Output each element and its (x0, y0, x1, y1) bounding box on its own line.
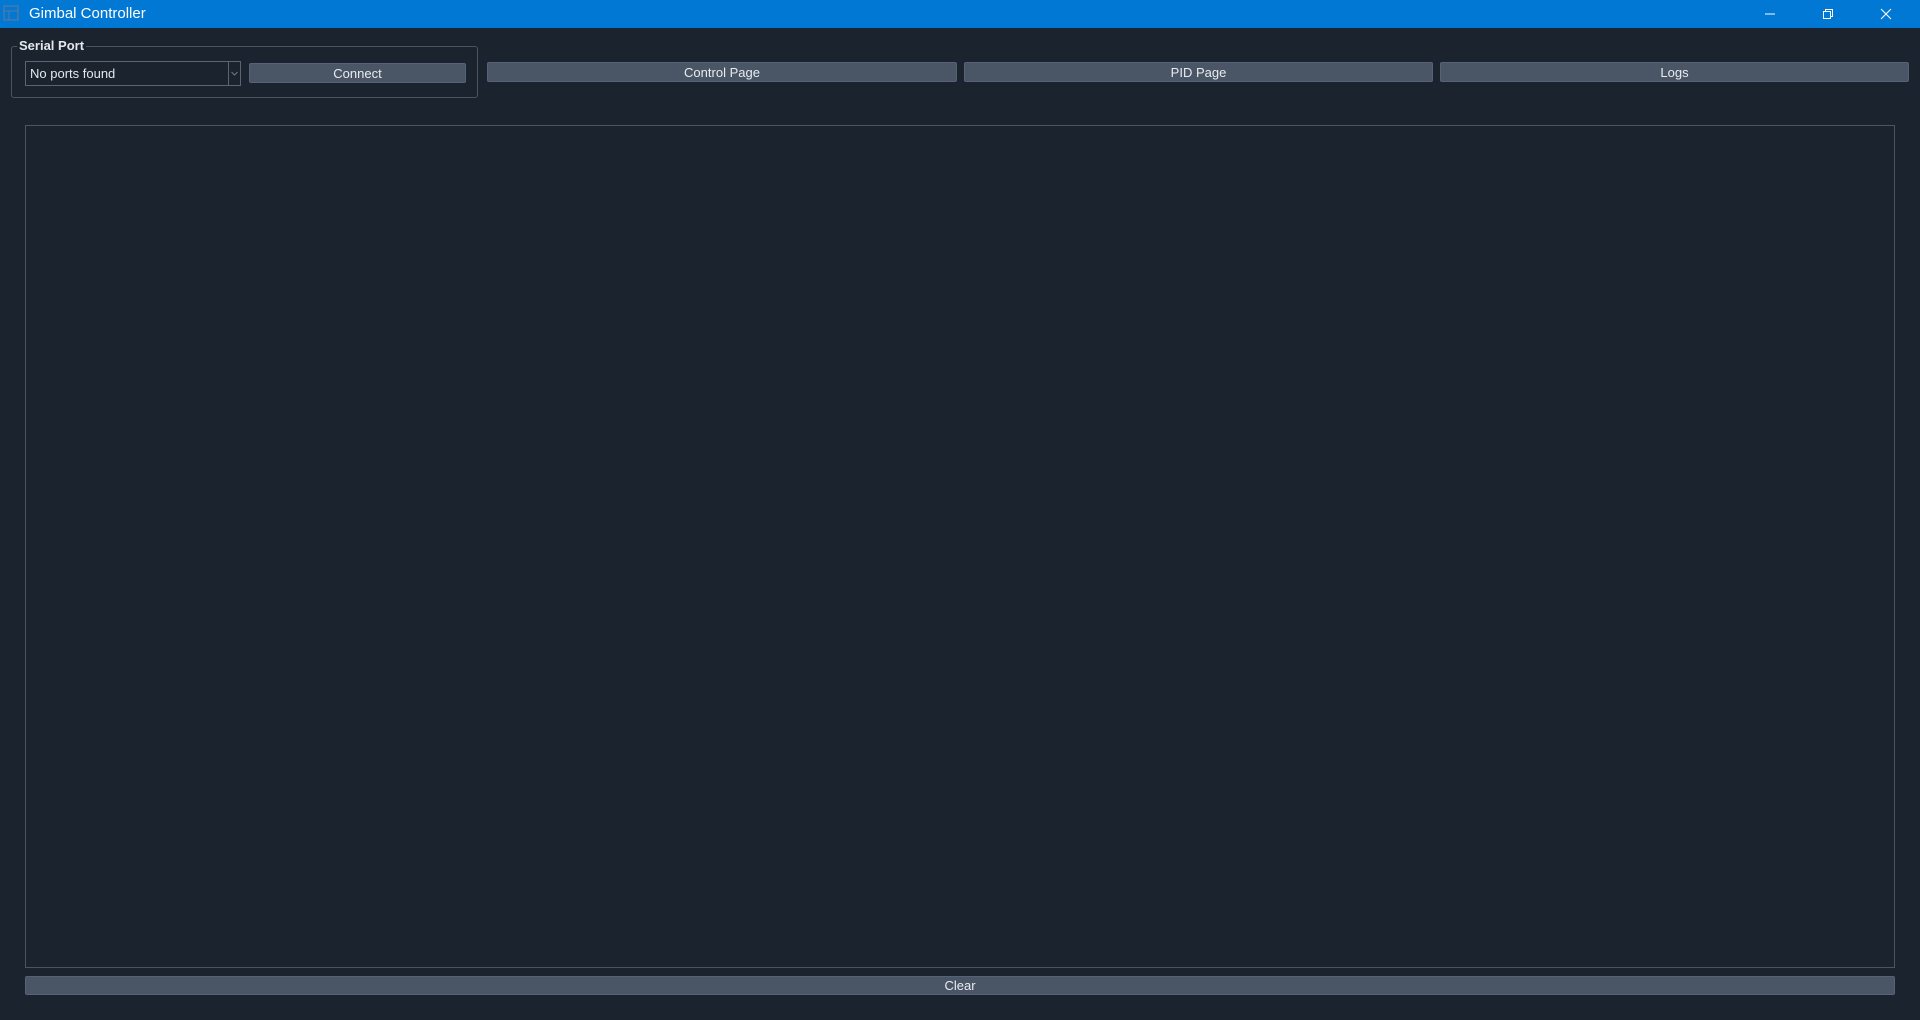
serial-port-group-title: Serial Port (17, 38, 87, 54)
log-output-textarea[interactable] (25, 125, 1895, 968)
minimize-icon (1765, 13, 1775, 15)
logs-button[interactable]: Logs (1440, 62, 1909, 82)
close-icon (1880, 8, 1892, 20)
restore-button[interactable] (1799, 0, 1857, 28)
chevron-down-icon[interactable] (228, 62, 240, 85)
clear-button[interactable]: Clear (25, 976, 1895, 995)
minimize-button[interactable] (1741, 0, 1799, 28)
serial-port-select-value: No ports found (30, 66, 116, 81)
close-button[interactable] (1857, 0, 1915, 28)
control-page-button[interactable]: Control Page (487, 62, 957, 82)
pid-page-button[interactable]: PID Page (964, 62, 1433, 82)
restore-icon (1823, 9, 1833, 19)
window-title: Gimbal Controller (29, 5, 146, 22)
connect-button[interactable]: Connect (249, 63, 466, 83)
title-bar[interactable]: Gimbal Controller (0, 0, 1920, 28)
app-icon (3, 5, 19, 21)
app-window: Gimbal Controller Serial Port No ports f… (0, 0, 1920, 1020)
serial-port-select[interactable]: No ports found (25, 61, 241, 86)
